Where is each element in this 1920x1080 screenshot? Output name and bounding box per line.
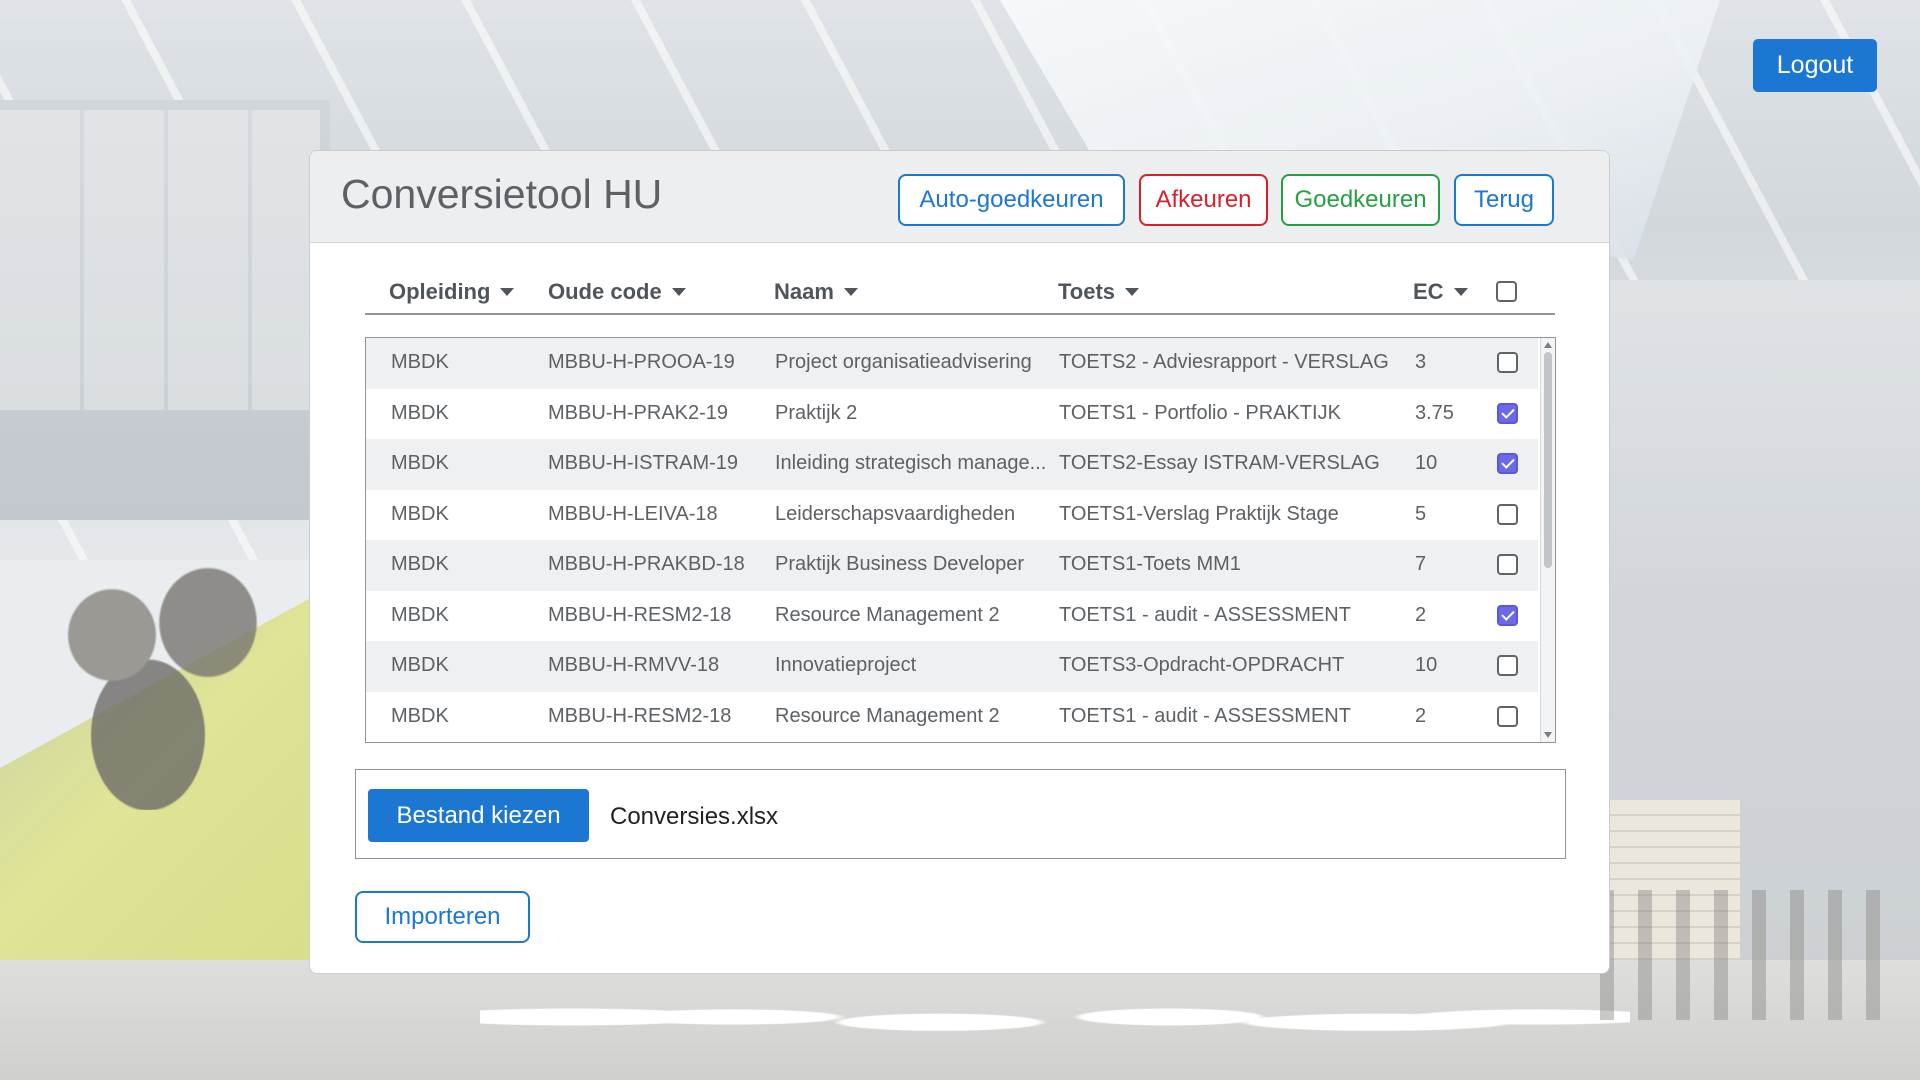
table-row[interactable]: MBDK MBBU-H-PROOA-19 Project organisatiead…	[366, 338, 1538, 389]
cell-opleiding: MBDK	[391, 452, 449, 474]
cell-ec: 7	[1415, 553, 1427, 575]
cell-naam: Leiderschapsvaardigheden	[775, 502, 1016, 525]
row-checkbox-cell	[1497, 604, 1518, 626]
cell-opleiding: MBDK	[391, 654, 449, 676]
table-header: Opleiding Oude code Naam Toets EC	[365, 275, 1555, 315]
back-button[interactable]: Terug	[1454, 174, 1554, 226]
cell-oude-code: MBBU-H-RESM2-18	[548, 704, 732, 727]
table-row[interactable]: MBDK MBBU-H-RMVV-18 Innovatieproject TOETS3…	[366, 641, 1538, 692]
column-header-naam[interactable]: Naam	[774, 279, 858, 305]
cell-naam: Project organisatieadvisering	[775, 351, 1032, 373]
column-header-ec[interactable]: EC	[1413, 279, 1468, 305]
column-header-label: EC	[1413, 279, 1444, 304]
row-checkbox[interactable]	[1497, 604, 1518, 626]
caret-down-icon	[843, 288, 858, 296]
table-row[interactable]: MBDK MBBU-H-RESM2-18 Resource Management 2…	[366, 591, 1538, 642]
panel-header: Conversietool HU Auto-goedkeuren Afkeure…	[310, 151, 1609, 243]
scroll-up-arrow-icon[interactable]	[1544, 342, 1552, 348]
cell-naam: Inleiding strategisch manage...	[775, 452, 1047, 474]
cell-oude-code: MBBU-H-PRAK2-19	[548, 401, 729, 424]
select-all-checkbox-wrap	[1496, 281, 1517, 302]
table-scrollbar[interactable]	[1540, 338, 1555, 742]
table-row[interactable]: MBDK MBBU-H-PRAK2-19 Praktijk 2 TOETS1 - Po…	[366, 389, 1538, 440]
cell-opleiding: MBDK	[391, 704, 449, 727]
selected-file-name: Conversies.xlsx	[610, 803, 779, 830]
row-checkbox-cell	[1497, 554, 1518, 575]
choose-file-button[interactable]: Bestand kiezen	[368, 789, 589, 842]
row-checkbox[interactable]	[1497, 503, 1518, 525]
cell-toets: TOETS2 - Adviesrapport - VERSLAG	[1059, 351, 1389, 373]
cell-toets: TOETS1 - Portfolio - PRAKTIJK	[1059, 401, 1341, 424]
cell-opleiding: MBDK	[391, 553, 449, 575]
file-chooser: Bestand kiezen Conversies.xlsx	[355, 769, 1566, 859]
column-header-label: Oude code	[548, 279, 662, 304]
logout-button[interactable]: Logout	[1753, 39, 1877, 92]
row-checkbox-cell	[1497, 503, 1518, 525]
cell-oude-code: MBBU-H-LEIVA-18	[548, 502, 718, 525]
cell-toets: TOETS2-Essay ISTRAM-VERSLAG	[1059, 452, 1380, 474]
column-header-label: Naam	[774, 279, 834, 304]
cell-ec: 10	[1415, 452, 1438, 474]
row-checkbox-cell	[1497, 402, 1518, 424]
caret-down-icon	[1125, 288, 1140, 296]
row-checkbox[interactable]	[1497, 352, 1518, 373]
cell-ec: 2	[1415, 704, 1427, 727]
auto-approve-button[interactable]: Auto-goedkeuren	[898, 174, 1125, 226]
row-checkbox-cell	[1497, 655, 1518, 676]
table-body: MBDK MBBU-H-PROOA-19 Project organisatiead…	[365, 337, 1556, 743]
row-checkbox[interactable]	[1497, 705, 1518, 727]
cell-oude-code: MBBU-H-RMVV-18	[548, 654, 720, 676]
row-checkbox-cell	[1497, 453, 1518, 474]
scroll-down-arrow-icon[interactable]	[1544, 732, 1552, 738]
row-checkbox-cell	[1497, 705, 1518, 727]
conversion-panel: Conversietool HU Auto-goedkeuren Afkeure…	[309, 150, 1610, 974]
import-button[interactable]: Importeren	[355, 891, 530, 943]
row-checkbox[interactable]	[1497, 453, 1518, 474]
cell-naam: Resource Management 2	[775, 704, 1000, 727]
caret-down-icon	[671, 288, 686, 296]
cell-naam: Praktijk Business Developer	[775, 553, 1024, 575]
cell-ec: 3.75	[1415, 401, 1454, 424]
cell-opleiding: MBDK	[391, 401, 449, 424]
cell-oude-code: MBBU-H-PROOA-19	[548, 351, 735, 373]
cell-ec: 5	[1415, 502, 1427, 525]
cell-toets: TOETS1 - audit - ASSESSMENT	[1059, 603, 1351, 626]
cell-opleiding: MBDK	[391, 351, 449, 373]
cell-oude-code: MBBU-H-PRAKBD-18	[548, 553, 745, 575]
column-header-toets[interactable]: Toets	[1058, 279, 1140, 305]
page-title: Conversietool HU	[341, 171, 663, 217]
column-header-opleiding[interactable]: Opleiding	[389, 279, 515, 305]
cell-naam: Praktijk 2	[775, 401, 858, 424]
table-row[interactable]: MBDK MBBU-H-ISTRAM-19 Inleiding strategisc…	[366, 439, 1538, 490]
cell-toets: TOETS1-Verslag Praktijk Stage	[1059, 502, 1339, 525]
cell-opleiding: MBDK	[391, 502, 449, 525]
column-header-oude-code[interactable]: Oude code	[548, 279, 686, 305]
cell-ec: 10	[1415, 654, 1438, 676]
scrollbar-thumb[interactable]	[1544, 352, 1552, 568]
table-row[interactable]: MBDK MBBU-H-RESM2-18 Resource Management 2…	[366, 692, 1538, 743]
row-checkbox-cell	[1497, 352, 1518, 373]
cell-oude-code: MBBU-H-ISTRAM-19	[548, 452, 739, 474]
cell-ec: 2	[1415, 603, 1427, 626]
table-row[interactable]: MBDK MBBU-H-PRAKBD-18 Praktijk Business De…	[366, 540, 1538, 591]
cell-toets: TOETS1-Toets MM1	[1059, 553, 1241, 575]
row-checkbox[interactable]	[1497, 655, 1518, 676]
cell-toets: TOETS3-Opdracht-OPDRACHT	[1059, 654, 1345, 676]
row-checkbox[interactable]	[1497, 554, 1518, 575]
cell-naam: Innovatieproject	[775, 654, 917, 676]
table-row[interactable]: MBDK MBBU-H-LEIVA-18 Leiderschapsvaardighe…	[366, 490, 1538, 541]
row-checkbox[interactable]	[1497, 402, 1518, 424]
caret-down-icon	[500, 288, 515, 296]
approve-button[interactable]: Goedkeuren	[1281, 174, 1440, 226]
cell-oude-code: MBBU-H-RESM2-18	[548, 603, 732, 626]
cell-ec: 3	[1415, 351, 1427, 373]
cell-toets: TOETS1 - audit - ASSESSMENT	[1059, 704, 1351, 727]
column-header-label: Toets	[1058, 279, 1116, 304]
select-all-checkbox[interactable]	[1496, 281, 1517, 302]
cell-naam: Resource Management 2	[775, 603, 1000, 626]
reject-button[interactable]: Afkeuren	[1139, 174, 1268, 226]
column-header-label: Opleiding	[389, 279, 491, 304]
cell-opleiding: MBDK	[391, 603, 449, 626]
caret-down-icon	[1453, 288, 1468, 296]
